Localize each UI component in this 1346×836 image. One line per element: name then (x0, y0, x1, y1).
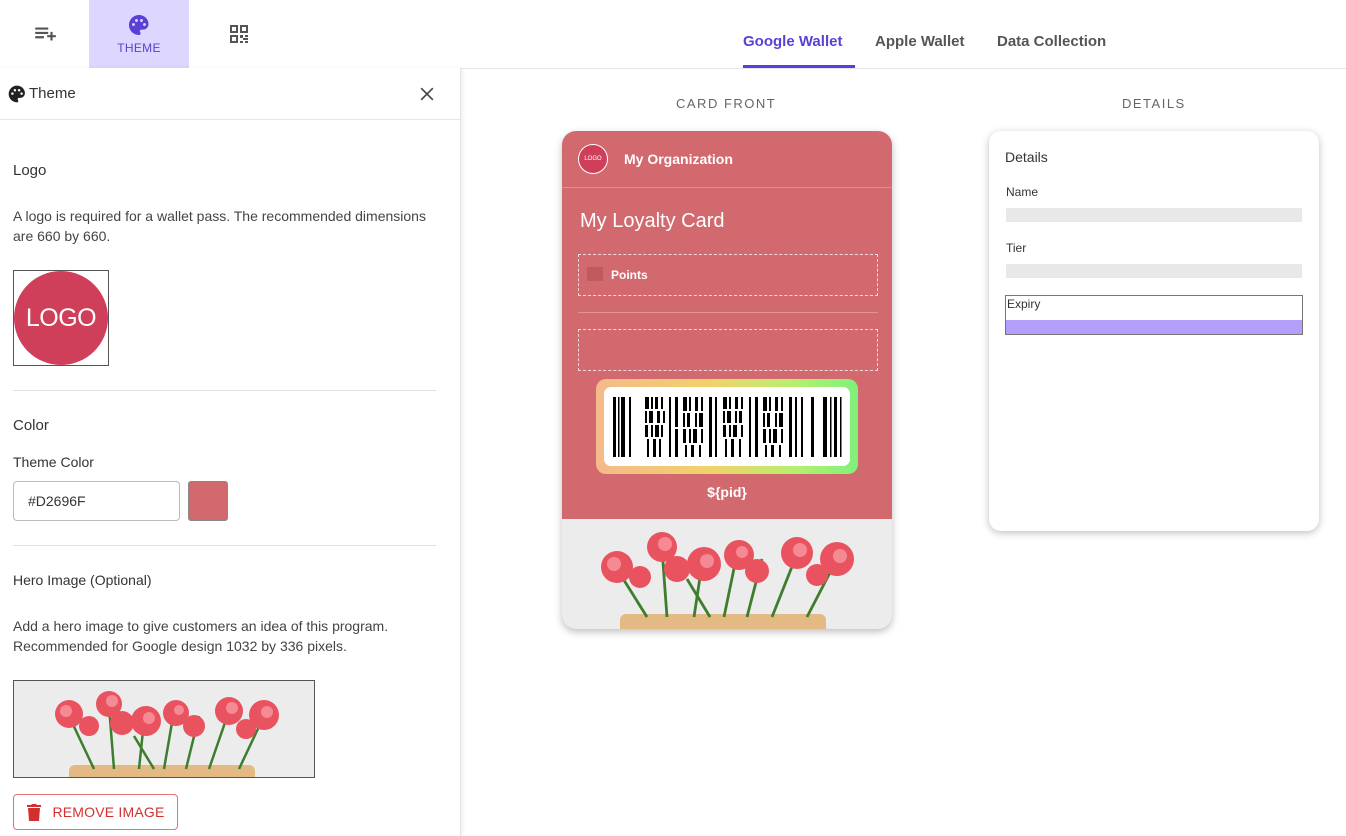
detail-expiry-selected[interactable]: Expiry (1005, 295, 1303, 335)
logo-heading: Logo (13, 162, 47, 179)
trash-icon (27, 804, 42, 821)
palette-icon (129, 15, 149, 35)
remove-image-label: REMOVE IMAGE (52, 804, 165, 820)
theme-color-input[interactable] (13, 481, 180, 521)
theme-panel: Theme Logo A logo is required for a wall… (0, 68, 461, 836)
theme-color-label: Theme Color (13, 454, 94, 470)
add-field-tool[interactable] (0, 0, 89, 68)
details-heading: DETAILS (1122, 96, 1186, 111)
remove-image-button[interactable]: REMOVE IMAGE (13, 794, 178, 830)
logo-upload[interactable]: LOGO (13, 270, 109, 366)
hero-description: Add a hero image to give customers an id… (13, 618, 389, 654)
logo-description: A logo is required for a wallet pass. Th… (13, 208, 426, 244)
editor-toolbar: THEME (0, 0, 290, 68)
barcode (604, 387, 850, 466)
barcode-value: ${pid} (707, 484, 747, 500)
tab-apple-wallet[interactable]: Apple Wallet (875, 33, 964, 50)
card-hero-image (562, 519, 892, 629)
card-logo: LOGO (578, 144, 608, 174)
close-icon[interactable] (417, 84, 437, 104)
detail-value-name[interactable] (1006, 208, 1302, 222)
tab-google-wallet[interactable]: Google Wallet (743, 33, 842, 50)
card-title: My Loyalty Card (580, 210, 725, 232)
detail-label-name: Name (1006, 185, 1039, 199)
detail-value-expiry (1006, 320, 1302, 334)
divider (13, 390, 436, 391)
details-title: Details (1005, 149, 1048, 165)
card-front-heading: CARD FRONT (676, 96, 777, 111)
divider (578, 312, 878, 313)
hero-image-upload[interactable] (13, 680, 315, 778)
detail-label-tier: Tier (1006, 241, 1027, 255)
detail-value-tier[interactable] (1006, 264, 1302, 278)
color-heading: Color (13, 417, 49, 434)
barcode-tool[interactable] (189, 0, 289, 68)
points-icon (587, 267, 603, 281)
card-front-preview: LOGO My Organization My Loyalty Card Poi… (562, 131, 892, 629)
divider (13, 545, 436, 546)
wallet-tabs: Google Wallet Apple Wallet Data Collecti… (290, 0, 1346, 69)
barcode-icon (613, 396, 842, 457)
tab-data-collection[interactable]: Data Collection (997, 33, 1106, 50)
details-preview: Details Name Tier Expiry (989, 131, 1319, 531)
panel-header: Theme (0, 68, 460, 120)
detail-label-expiry: Expiry (1007, 297, 1041, 311)
qr-code-icon (230, 25, 248, 43)
empty-field-slot[interactable] (578, 329, 878, 371)
theme-tool-label: THEME (117, 41, 161, 55)
theme-tool[interactable]: THEME (89, 0, 189, 68)
theme-color-swatch[interactable] (188, 481, 228, 521)
card-org-name: My Organization (624, 151, 733, 167)
points-label: Points (611, 268, 648, 282)
barcode-frame (596, 379, 858, 474)
hero-heading: Hero Image (Optional) (13, 572, 152, 588)
points-field[interactable]: Points (578, 254, 878, 296)
card-header: LOGO My Organization (562, 131, 892, 188)
hero-image (562, 519, 892, 629)
hero-image (14, 681, 314, 777)
palette-icon (8, 85, 25, 103)
playlist-add-icon (34, 27, 56, 41)
logo-image: LOGO (14, 271, 108, 365)
active-tab-indicator (743, 65, 855, 68)
panel-title: Theme (29, 85, 76, 102)
